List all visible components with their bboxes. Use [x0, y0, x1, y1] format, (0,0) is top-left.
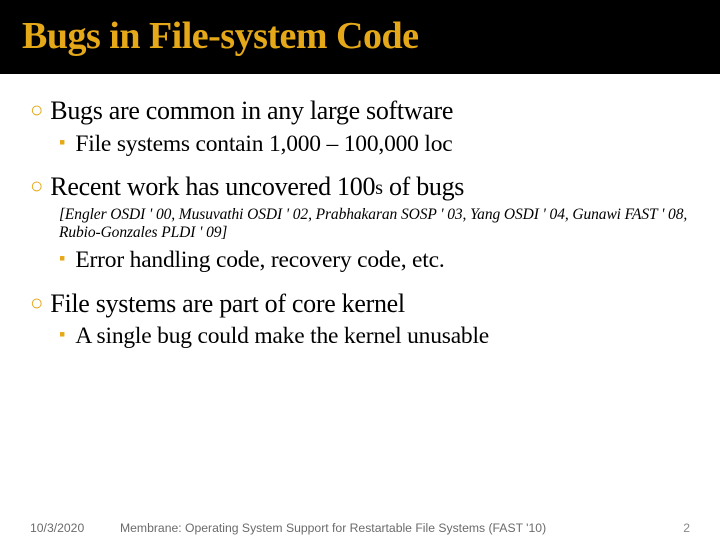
slide: Bugs in File-system Code ○ Bugs are comm…: [0, 0, 720, 540]
bullet-1-sub-1-text: File systems contain 1,000 – 100,000 loc: [75, 130, 452, 158]
title-bar: Bugs in File-system Code: [0, 0, 720, 74]
bullet-2-sub-1: ▪ Error handling code, recovery code, et…: [59, 246, 690, 274]
square-bullet-icon: ▪: [59, 322, 65, 347]
footer-date: 10/3/2020: [30, 521, 84, 535]
bullet-2-text: Recent work has uncovered 100s of bugs: [50, 172, 464, 203]
bullet-3-sub-1-text: A single bug could make the kernel unusa…: [75, 322, 489, 350]
circle-bullet-icon: ○: [30, 289, 43, 317]
bullet-2-citation: [Engler OSDI ' 00, Musuvathi OSDI ' 02, …: [59, 206, 690, 244]
circle-bullet-icon: ○: [30, 96, 43, 124]
bullet-2-sub-1-text: Error handling code, recovery code, etc.: [75, 246, 444, 274]
bullet-1-text: Bugs are common in any large software: [50, 96, 453, 127]
slide-title: Bugs in File-system Code: [22, 14, 720, 58]
bullet-3: ○ File systems are part of core kernel: [30, 289, 690, 320]
circle-bullet-icon: ○: [30, 172, 43, 200]
footer-title: Membrane: Operating System Support for R…: [120, 521, 546, 535]
bullet-3-text: File systems are part of core kernel: [50, 289, 405, 320]
square-bullet-icon: ▪: [59, 130, 65, 155]
bullet-2: ○ Recent work has uncovered 100s of bugs: [30, 172, 690, 203]
footer-page-number: 2: [683, 521, 690, 535]
square-bullet-icon: ▪: [59, 246, 65, 271]
slide-body: ○ Bugs are common in any large software …: [0, 74, 720, 350]
bullet-1-sub-1: ▪ File systems contain 1,000 – 100,000 l…: [59, 130, 690, 158]
bullet-1: ○ Bugs are common in any large software: [30, 96, 690, 127]
bullet-3-sub-1: ▪ A single bug could make the kernel unu…: [59, 322, 690, 350]
